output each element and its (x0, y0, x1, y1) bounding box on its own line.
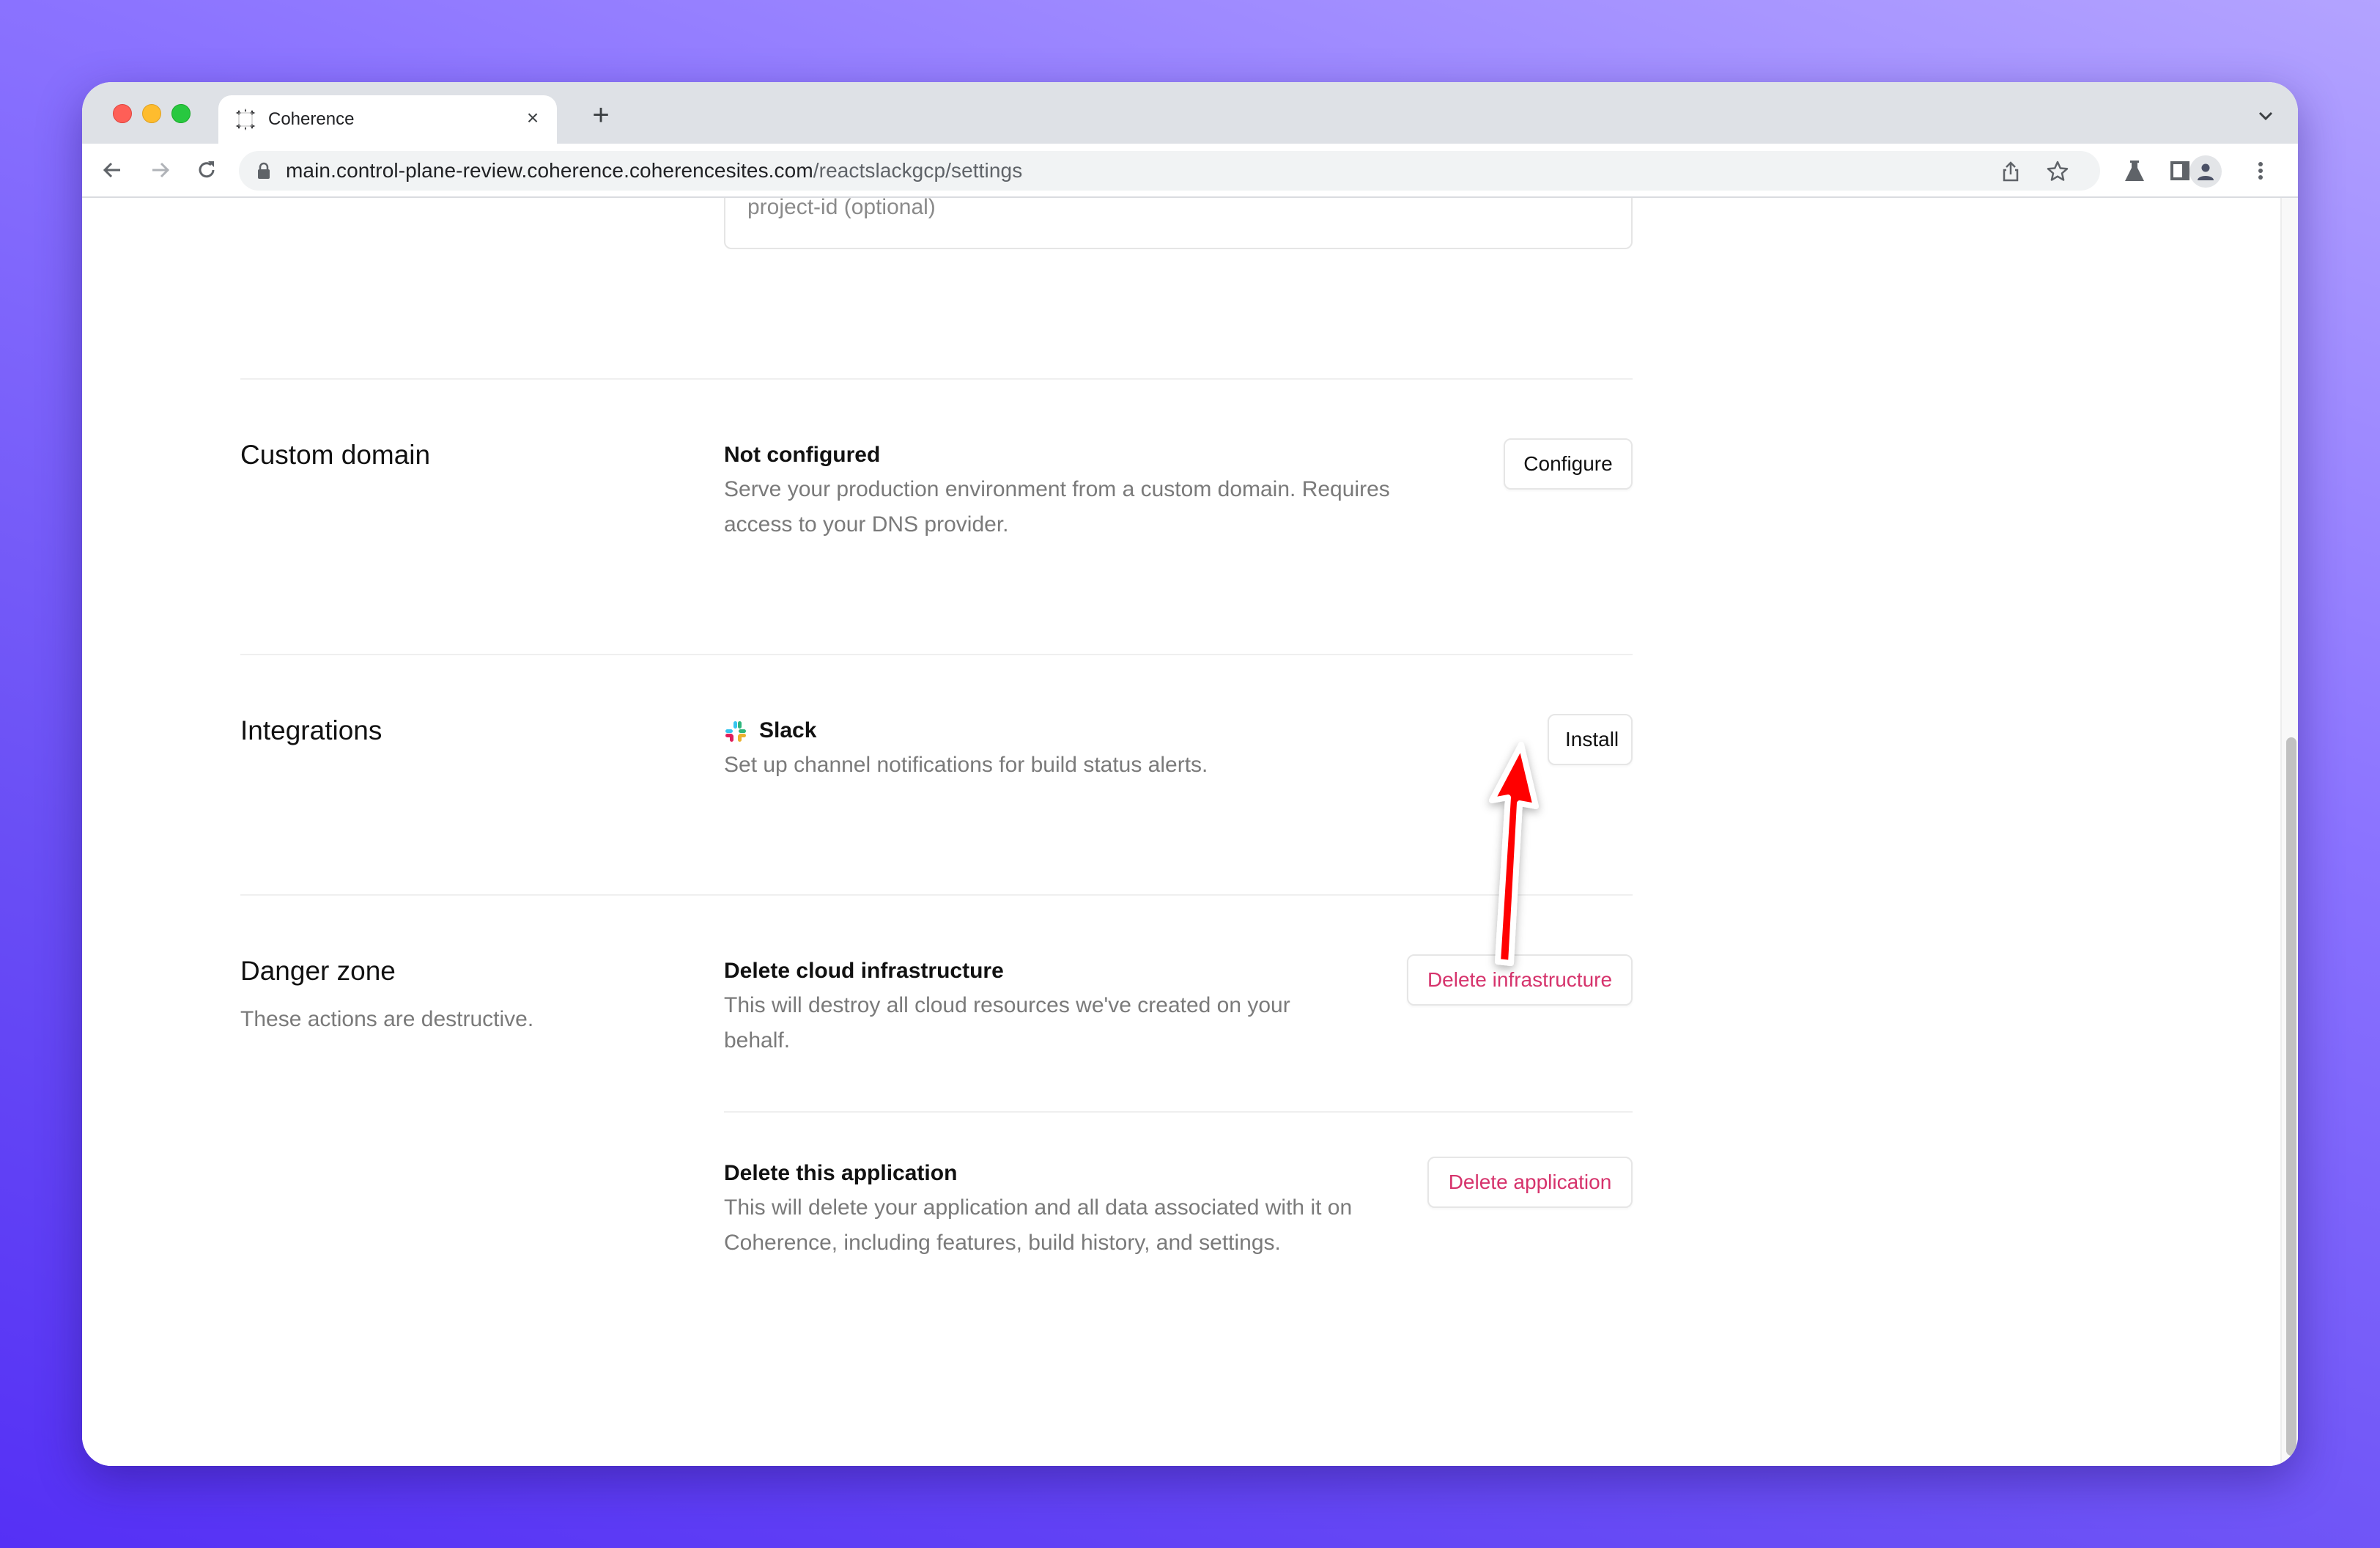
scrollbar-thumb[interactable] (2286, 737, 2296, 1456)
slack-integration-name: Slack (759, 718, 817, 742)
slack-logo-icon (725, 721, 746, 742)
custom-domain-status: Not configured (724, 443, 881, 467)
forward-icon[interactable] (145, 155, 174, 185)
url-path: /reactslackgcp/settings (813, 159, 1023, 182)
address-bar[interactable]: main.control-plane-review.coherence.cohe… (239, 151, 2100, 191)
browser-window: Coherence × + main.control-plane-review.… (82, 82, 2298, 1466)
coherence-logo-icon (235, 108, 256, 130)
delete-application-button[interactable]: Delete application (1427, 1157, 1633, 1208)
tab-title: Coherence (268, 109, 355, 129)
danger-zone-subtitle: These actions are destructive. (240, 1007, 534, 1031)
url-text[interactable]: main.control-plane-review.coherence.cohe… (286, 151, 1022, 191)
delete-infrastructure-description: This will destroy all cloud resources we… (724, 993, 1290, 1053)
section-divider (240, 894, 1633, 896)
lock-icon[interactable] (256, 162, 271, 180)
profile-icon (2198, 163, 2214, 180)
profile-avatar[interactable] (2189, 155, 2222, 188)
back-icon[interactable] (98, 155, 128, 185)
delete-infrastructure-button[interactable]: Delete infrastructure (1407, 954, 1633, 1006)
menu-kebab-icon[interactable] (2248, 158, 2273, 183)
slack-integration-description: Set up channel notifications for build s… (724, 753, 1208, 777)
delete-application-title: Delete this application (724, 1161, 958, 1185)
side-panel-icon[interactable] (2168, 158, 2192, 183)
custom-domain-description: Serve your production environment from a… (724, 477, 1390, 537)
annotation-arrow-icon (1489, 742, 1539, 966)
section-divider (240, 654, 1633, 655)
integrations-heading: Integrations (240, 715, 382, 745)
danger-zone-heading: Danger zone (240, 956, 396, 986)
close-window-button[interactable] (113, 104, 132, 123)
url-host: main.control-plane-review.coherence.cohe… (286, 159, 813, 182)
labs-flask-icon[interactable] (2122, 158, 2147, 183)
minimize-window-button[interactable] (142, 104, 161, 123)
configure-button[interactable]: Configure (1504, 438, 1633, 490)
section-divider (240, 378, 1633, 380)
vertical-scrollbar[interactable] (2280, 198, 2298, 1466)
item-divider (724, 1111, 1633, 1113)
project-id-placeholder: project-id (optional) (747, 198, 936, 219)
tab-coherence[interactable]: Coherence × (218, 95, 557, 144)
install-slack-button[interactable]: Install (1548, 714, 1633, 765)
browser-toolbar: main.control-plane-review.coherence.cohe… (82, 144, 2298, 198)
annotation-arrow-shape (1489, 742, 1539, 966)
chevron-down-icon[interactable] (2255, 106, 2276, 126)
tab-strip: Coherence × + (82, 82, 2298, 144)
project-id-input[interactable]: project-id (optional) (724, 198, 1633, 249)
bookmark-star-icon[interactable] (2046, 160, 2069, 183)
delete-application-description: This will delete your application and al… (724, 1195, 1353, 1255)
close-tab-icon[interactable]: × (522, 107, 544, 129)
delete-infrastructure-title: Delete cloud infrastructure (724, 959, 1004, 983)
new-tab-button[interactable]: + (588, 100, 614, 130)
reload-icon[interactable] (192, 155, 221, 185)
settings-page: project-id (optional) Custom domain Not … (82, 198, 2280, 1466)
custom-domain-heading: Custom domain (240, 440, 431, 470)
zoom-window-button[interactable] (171, 104, 191, 123)
share-icon[interactable] (1999, 160, 2022, 183)
